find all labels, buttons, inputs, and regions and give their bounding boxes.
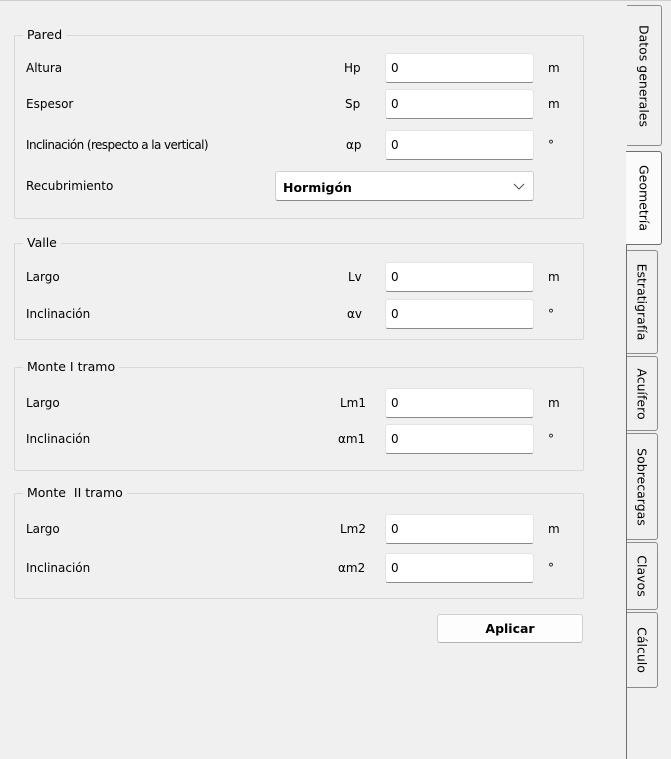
field-symbol: αv [347,307,363,321]
tab-label: Datos generales [636,24,652,127]
field-symbol: αm1 [338,432,366,446]
field-label: Largo [26,270,60,284]
inclinacion-monte2-input[interactable] [385,553,534,583]
tab-label: Sobrecargas [634,447,650,526]
field-unit: ° [548,138,554,152]
field-label: Inclinación (respecto a la vertical) [26,138,209,152]
field-label: Inclinación [26,432,91,446]
tab-label: Acuífero [634,367,650,420]
row-inclinacion-monte2: Inclinación αm2 ° [14,553,584,583]
field-label: Recubrimiento [26,179,114,193]
field-label: Espesor [26,97,74,111]
largo-valle-input[interactable] [385,262,534,292]
field-unit: m [548,61,560,75]
field-unit: ° [548,561,554,575]
inclinacion-monte1-input[interactable] [385,424,534,454]
tab-label: Clavos [634,555,650,597]
field-unit: ° [548,307,554,321]
field-symbol: Sp [345,97,361,111]
selected-value: Hormigón [283,180,352,195]
row-inclinacion-valle: Inclinación αv ° [14,299,584,329]
tab-estratigrafia[interactable]: Estratigrafía [627,250,658,354]
row-largo-monte2: Largo Lm2 m [14,514,584,544]
field-unit: m [548,97,560,111]
field-label: Inclinación [26,307,91,321]
field-symbol: αm2 [338,561,366,575]
field-unit: ° [548,432,554,446]
tab-acuifero[interactable]: Acuífero [627,356,658,431]
field-symbol: Hp [344,61,361,75]
largo-monte2-input[interactable] [385,514,534,544]
largo-monte1-input[interactable] [385,388,534,418]
field-label: Altura [26,61,63,75]
field-label: Largo [26,522,60,536]
group-title: Monte II tramo [27,485,123,500]
altura-input[interactable] [385,53,534,83]
field-unit: m [548,396,560,410]
row-espesor: Espesor Sp m [14,89,584,119]
geometry-panel: Pared Altura Hp m Espesor Sp m Inclinaci… [0,0,626,759]
tab-strip: Datos generales Geometría Estratigrafía … [626,0,671,759]
tab-datos-generales[interactable]: Datos generales [627,5,662,146]
group-title: Pared [27,27,63,42]
row-largo-valle: Largo Lv m [14,262,584,292]
tab-calculo[interactable]: Cálculo [627,612,658,688]
group-title: Valle [27,235,57,250]
row-altura: Altura Hp m [14,53,584,83]
field-unit: m [548,522,560,536]
tab-sobrecargas[interactable]: Sobrecargas [627,433,658,540]
field-symbol: Lv [348,270,362,284]
tab-clavos[interactable]: Clavos [627,542,658,610]
inclinacion-pared-input[interactable] [385,130,534,160]
chevron-down-icon [513,183,525,190]
group-title: Monte I tramo [27,359,116,374]
tab-label: Cálculo [634,627,650,673]
row-inclinacion-pared: Inclinación (respecto a la vertical) αp … [14,130,584,160]
field-symbol: αp [346,138,362,152]
field-unit: m [548,270,560,284]
tab-geometria[interactable]: Geometría [626,151,662,245]
field-label: Largo [26,396,60,410]
row-largo-monte1: Largo Lm1 m [14,388,584,418]
espesor-input[interactable] [385,89,534,119]
inclinacion-valle-input[interactable] [385,299,534,329]
tab-label: Estratigrafía [634,263,650,341]
tab-label: Geometría [636,164,651,232]
apply-button[interactable]: Aplicar [437,614,583,643]
row-inclinacion-monte1: Inclinación αm1 ° [14,424,584,454]
field-symbol: Lm2 [340,522,367,536]
recubrimiento-select[interactable]: Hormigón [275,171,534,201]
field-label: Inclinación [26,561,91,575]
row-recubrimiento: Recubrimiento Hormigón [14,171,584,201]
field-symbol: Lm1 [340,396,367,410]
